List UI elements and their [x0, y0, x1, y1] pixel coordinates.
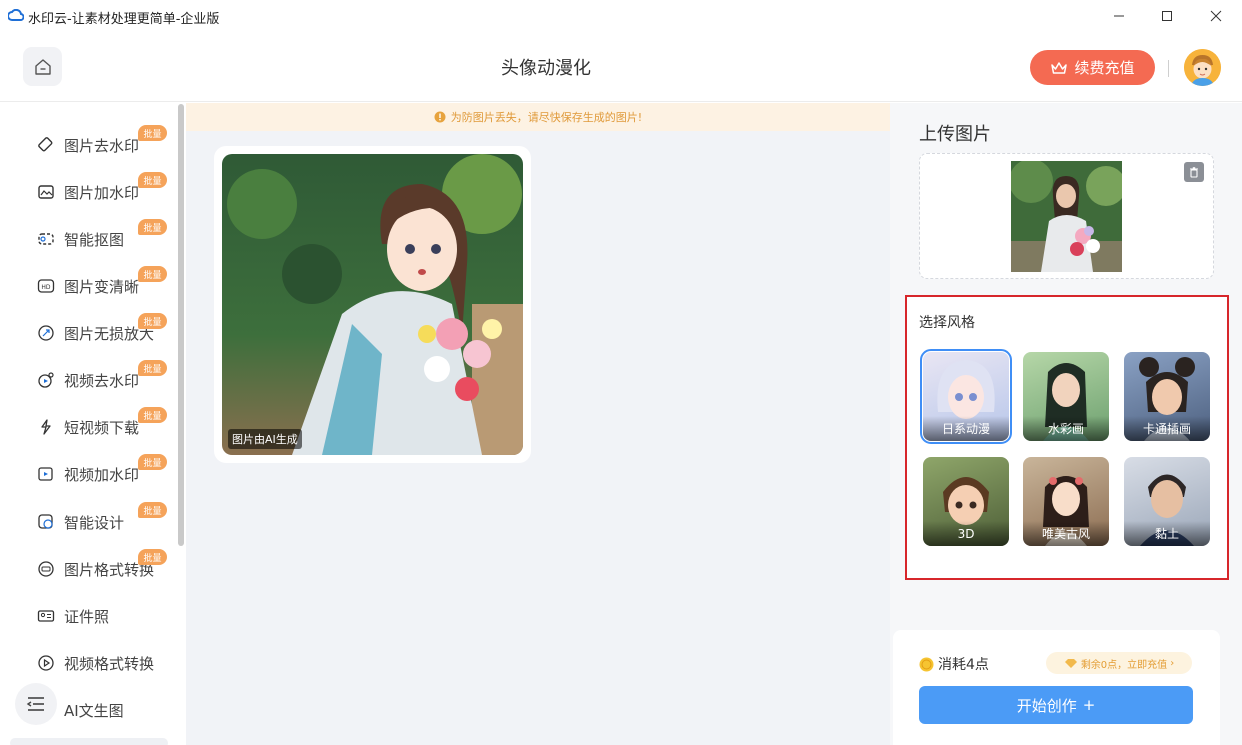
crown-icon: [1051, 61, 1068, 74]
zoom-icon: [36, 323, 56, 343]
batch-badge: 批量: [138, 313, 167, 329]
minimize-icon[interactable]: [1107, 4, 1131, 28]
hd-icon: HD: [36, 276, 56, 296]
sidebar-item-label: 短视频下载: [64, 418, 140, 437]
result-image-card[interactable]: 图片由AI生成: [214, 146, 531, 463]
recharge-button[interactable]: 续费充值: [1030, 50, 1155, 85]
ai-generated-tag: 图片由AI生成: [228, 429, 302, 449]
batch-badge: 批量: [138, 407, 167, 423]
sidebar-item-label: 视频格式转换: [64, 654, 155, 673]
batch-badge: 批量: [138, 219, 167, 235]
cost-info: 消耗4点: [919, 654, 989, 674]
video-add-icon: [36, 464, 56, 484]
format-icon: [36, 559, 56, 579]
batch-badge: 批量: [138, 125, 167, 141]
style-option-3d[interactable]: 3D: [923, 457, 1009, 546]
notice-text: 为防图片丢失，请尽快保存生成的图片!: [450, 111, 643, 124]
header-divider: [1168, 60, 1169, 77]
close-icon[interactable]: [1204, 4, 1228, 28]
video-eraser-icon: [36, 370, 56, 390]
sidebar-item-label: 证件照: [64, 607, 110, 626]
style-label: 黏土: [1124, 521, 1210, 546]
eraser-icon: [36, 135, 56, 155]
svg-text:HD: HD: [41, 284, 51, 291]
sidebar-scrollbar[interactable]: [178, 104, 184, 546]
sidebar-bottom-panel: [10, 738, 168, 745]
style-title: 选择风格: [919, 315, 975, 331]
uploaded-image-thumbnail[interactable]: [1011, 161, 1122, 272]
sidebar-item-label: 视频去水印: [64, 371, 140, 390]
chevron-right-icon: ›: [1170, 657, 1175, 669]
menu-collapse-button[interactable]: [15, 683, 57, 725]
sidebar-item-ai-text-to-image[interactable]: AI文生图: [36, 695, 176, 725]
start-create-button[interactable]: 开始创作 +: [919, 686, 1193, 724]
batch-badge: 批量: [138, 360, 167, 376]
style-label: 水彩画: [1023, 416, 1109, 441]
batch-badge: 批量: [138, 502, 167, 518]
style-label: 日系动漫: [923, 416, 1009, 441]
style-option-cartoon-illustration[interactable]: 卡通插画: [1124, 352, 1210, 441]
design-icon: [36, 512, 56, 532]
upload-title: 上传图片: [919, 124, 991, 145]
coin-icon: [919, 657, 934, 671]
diamond-icon: [1064, 658, 1077, 668]
delete-image-button[interactable]: [1184, 162, 1204, 182]
cutout-icon: [36, 229, 56, 249]
title-bar: 水印云-让素材处理更简单-企业版: [0, 0, 1242, 32]
play-icon: [36, 653, 56, 673]
cost-label: 消耗4点: [938, 657, 989, 673]
start-label: 开始创作: [1016, 696, 1077, 715]
style-option-watercolor[interactable]: 水彩画: [1023, 352, 1109, 441]
info-icon: [434, 111, 446, 123]
main-content: 为防图片丢失，请尽快保存生成的图片! 图片由AI生成: [186, 103, 890, 745]
recharge-label: 续费充值: [1074, 59, 1135, 77]
balance-label: 剩余0点，立即充值: [1080, 659, 1168, 671]
style-label: 唯美古风: [1023, 521, 1109, 546]
sidebar-item-label: 视频加水印: [64, 465, 140, 484]
balance-recharge-link[interactable]: 剩余0点，立即充值 ›: [1046, 652, 1192, 674]
sidebar-item-id-photo[interactable]: 证件照: [36, 601, 176, 631]
result-image[interactable]: 图片由AI生成: [222, 154, 523, 455]
batch-badge: 批量: [138, 266, 167, 282]
app-header: 头像动漫化 续费充值: [0, 32, 1242, 102]
avatar[interactable]: [1184, 49, 1221, 86]
style-option-clay[interactable]: 黏土: [1124, 457, 1210, 546]
download-icon: [36, 417, 56, 437]
sidebar-item-label: 智能设计: [64, 513, 125, 532]
batch-badge: 批量: [138, 549, 167, 565]
page-title: 头像动漫化: [501, 58, 591, 79]
style-option-japanese-anime[interactable]: 日系动漫: [920, 349, 1012, 444]
menu-icon: [26, 697, 44, 711]
id-photo-icon: [36, 606, 56, 626]
sidebar-item-label: 图片去水印: [64, 136, 140, 155]
maximize-icon[interactable]: [1155, 4, 1179, 28]
trash-icon: [1190, 167, 1198, 178]
sidebar-item-label: 图片变清晰: [64, 277, 140, 296]
app-title: 水印云-让素材处理更简单-企业版: [28, 12, 220, 27]
style-option-ancient-style[interactable]: 唯美古风: [1023, 457, 1109, 546]
batch-badge: 批量: [138, 454, 167, 470]
plus-icon: +: [1082, 696, 1096, 714]
sidebar-item-video-format-convert[interactable]: 视频格式转换: [36, 648, 176, 678]
notice-bar: 为防图片丢失，请尽快保存生成的图片!: [186, 103, 890, 131]
sidebar-item-label: AI文生图: [64, 701, 124, 720]
image-add-icon: [36, 182, 56, 202]
sidebar-item-label: 智能抠图: [64, 230, 125, 249]
batch-badge: 批量: [138, 172, 167, 188]
style-label: 3D: [923, 521, 1009, 546]
app-logo-icon: [8, 9, 24, 21]
sidebar-item-label: 图片加水印: [64, 183, 140, 202]
style-label: 卡通插画: [1124, 416, 1210, 441]
